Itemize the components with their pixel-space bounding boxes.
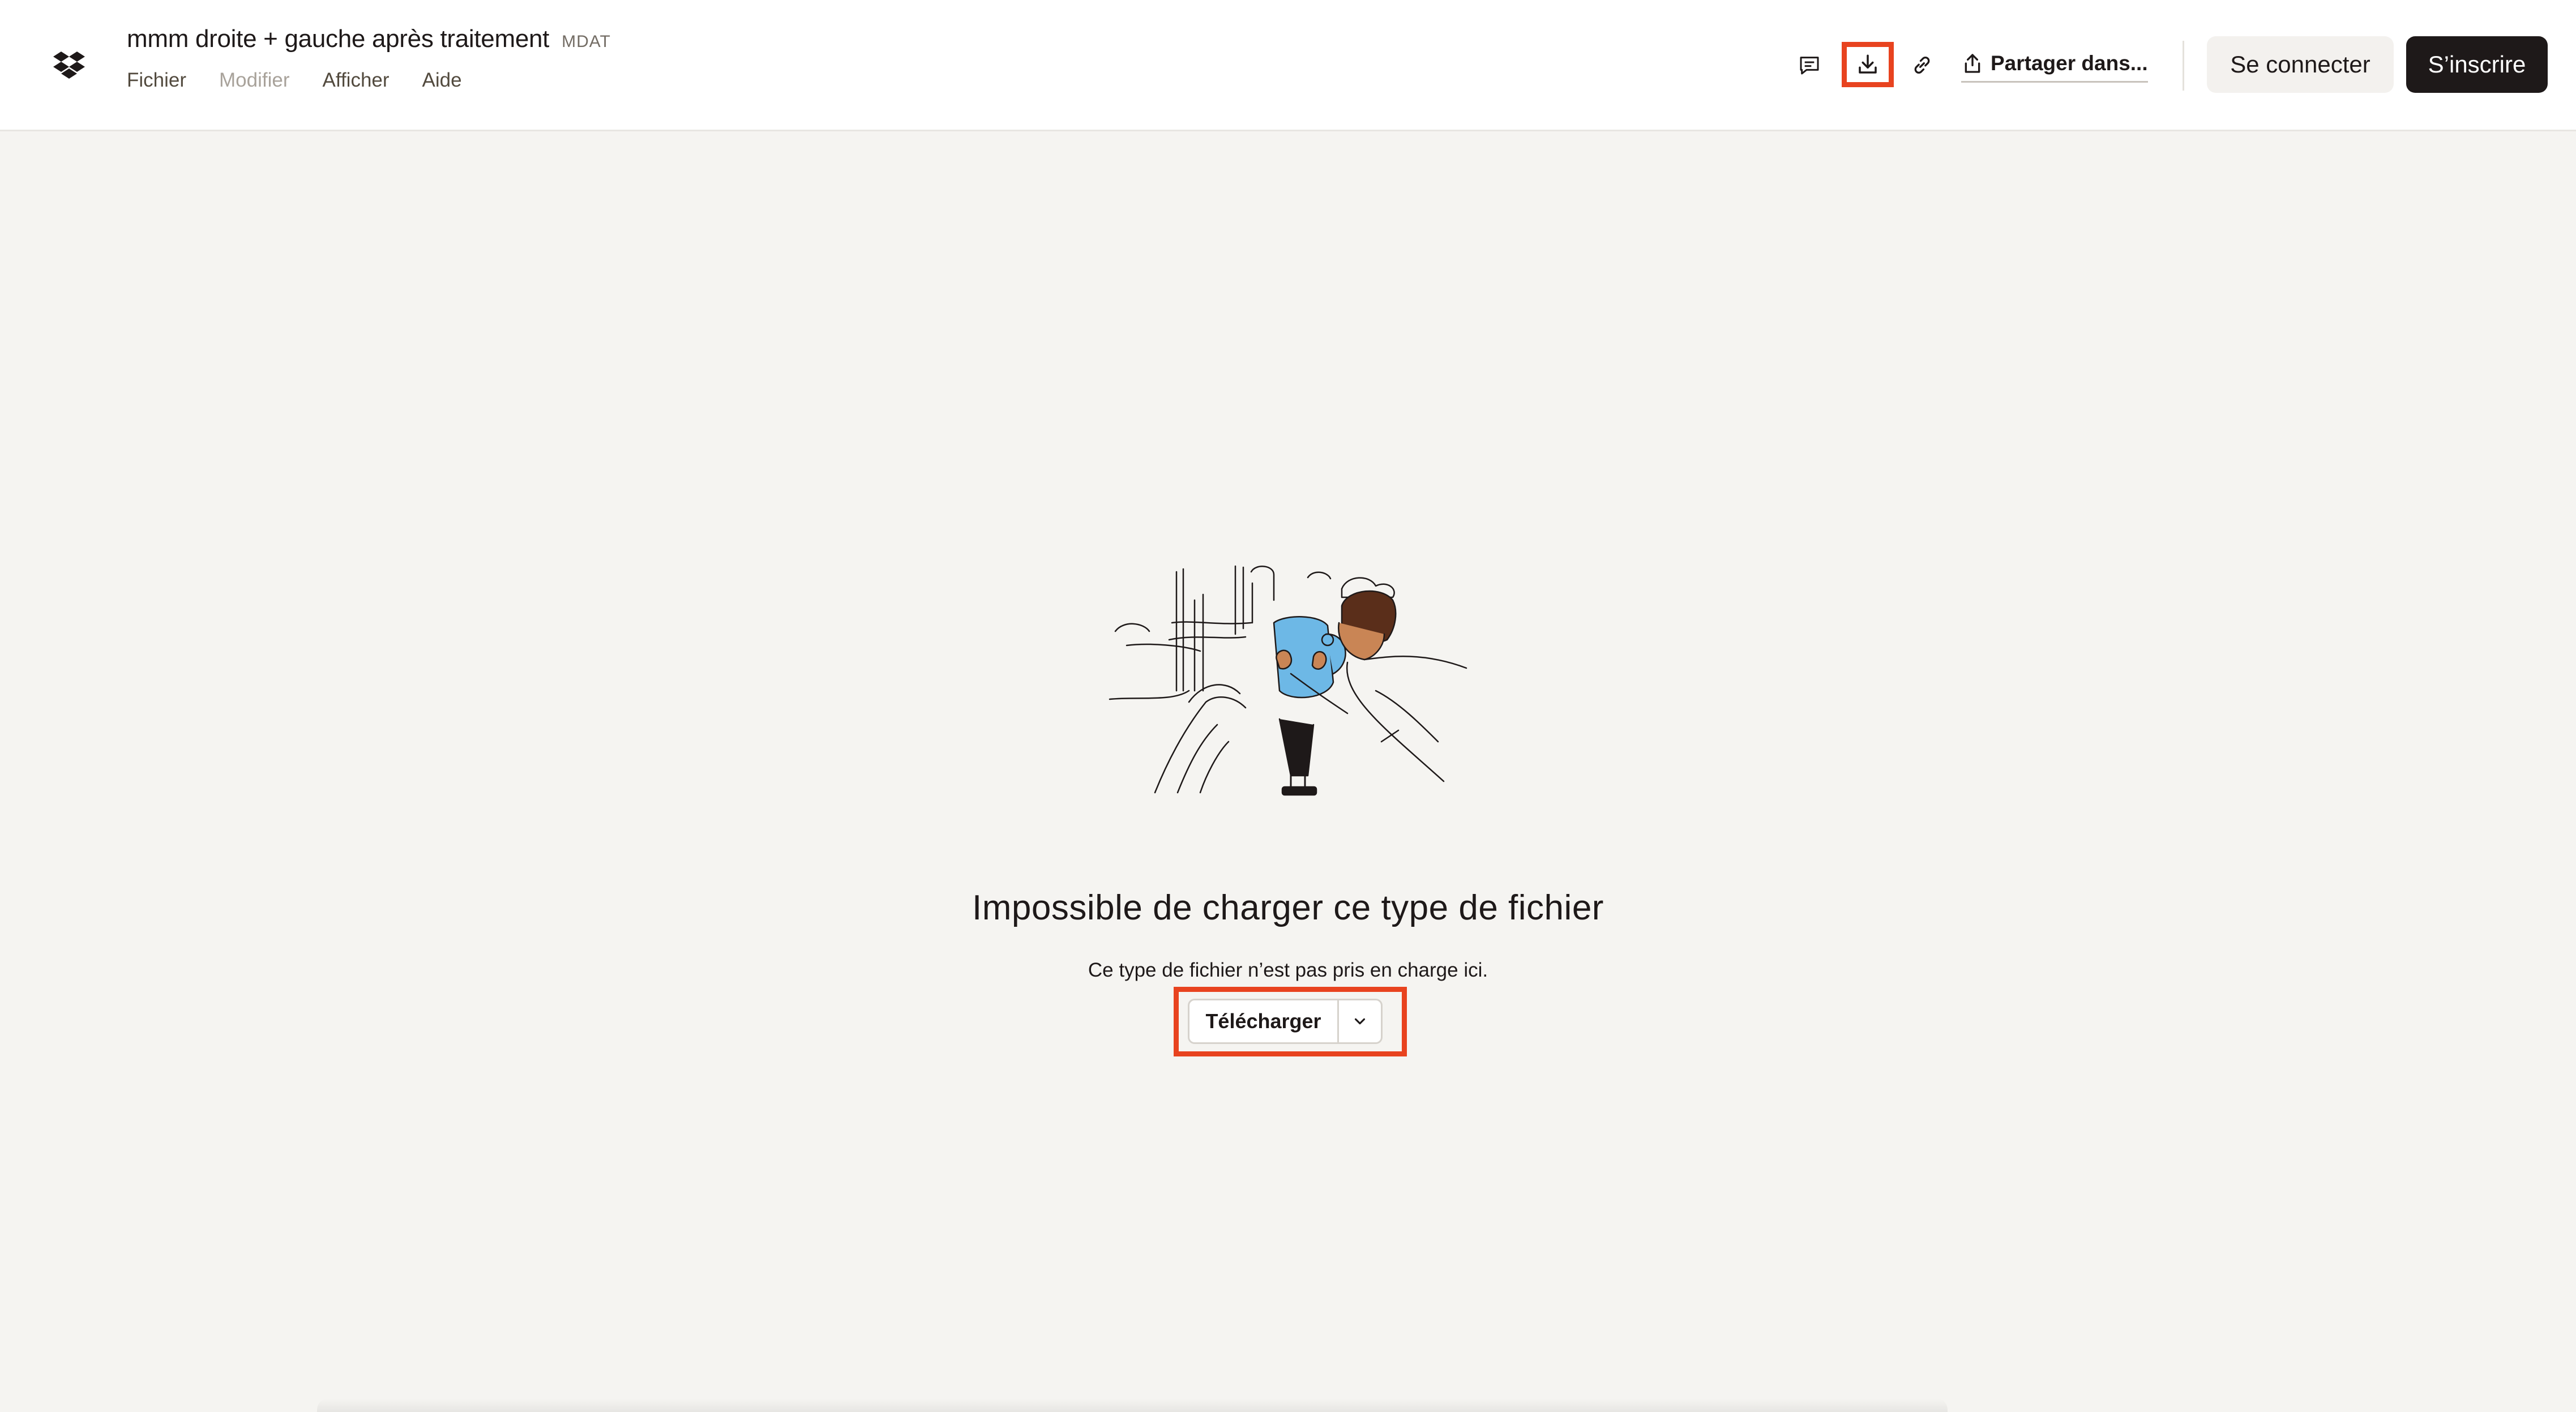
download-button[interactable]: Télécharger [1189, 1000, 1339, 1042]
menu-aide[interactable]: Aide [422, 69, 462, 97]
document-title: mmm droite + gauche après traitement [127, 25, 550, 53]
document-title-row: mmm droite + gauche après traitement MDA… [127, 25, 611, 61]
login-button[interactable]: Se connecter [2207, 36, 2394, 93]
download-split-button: Télécharger [1188, 999, 1383, 1044]
comment-icon [1800, 57, 1819, 75]
file-extension-label: MDAT [562, 32, 611, 51]
error-title: Impossible de charger ce type de fichier [972, 888, 1604, 927]
dropbox-logo-icon[interactable] [52, 48, 86, 82]
toolbar-divider [2183, 41, 2184, 91]
error-subtitle: Ce type de fichier n’est pas pris en cha… [1088, 959, 1488, 981]
menu-bar: Fichier Modifier Afficher Aide [127, 69, 462, 97]
comment-button[interactable] [1791, 46, 1828, 84]
share-label: Partager dans... [1991, 51, 2148, 75]
share-icon [1965, 53, 1980, 73]
menu-afficher[interactable]: Afficher [323, 69, 390, 97]
menu-modifier: Modifier [219, 69, 290, 91]
download-icon [1859, 54, 1877, 74]
top-header: mmm droite + gauche après traitement MDA… [0, 0, 2576, 131]
chevron-down-icon [1354, 1018, 1366, 1025]
bottom-panel-edge [317, 1398, 1948, 1412]
link-icon [1914, 57, 1930, 74]
share-button[interactable]: Partager dans... [1961, 48, 2148, 83]
download-toolbar-button[interactable] [1842, 42, 1894, 87]
copy-link-button[interactable] [1903, 46, 1941, 84]
person-looking-through-binoculars-illustration [1104, 560, 1472, 798]
menu-fichier[interactable]: Fichier [127, 69, 186, 97]
download-options-dropdown[interactable] [1339, 1000, 1381, 1042]
signup-button[interactable]: S’inscrire [2406, 36, 2548, 93]
